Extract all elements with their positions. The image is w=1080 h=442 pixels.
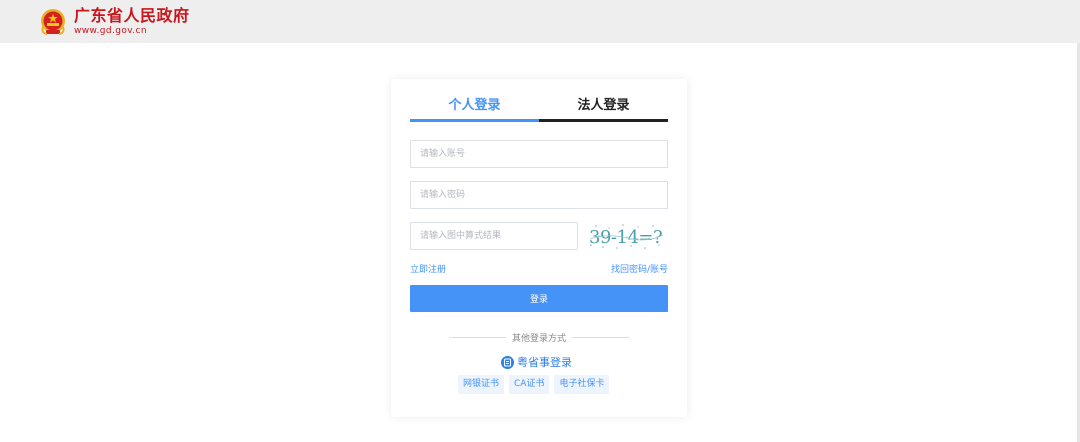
other-login-divider: 其他登录方式 [449, 331, 630, 344]
other-login-title: 其他登录方式 [512, 334, 567, 344]
captcha-input[interactable] [410, 222, 578, 250]
site-brand[interactable]: 广东省人民政府 www.gd.gov.cn [38, 6, 190, 38]
top-header-bar: 广东省人民政府 www.gd.gov.cn [0, 0, 1080, 43]
yueshengshi-login-label: 粤省事登录 [517, 356, 572, 369]
login-button[interactable]: 登录 [410, 285, 668, 312]
site-title: 广东省人民政府 [74, 6, 190, 25]
register-link[interactable]: 立即注册 [410, 262, 446, 275]
site-url: www.gd.gov.cn [74, 26, 147, 36]
tab-corporate-login[interactable]: 法人登录 [539, 95, 668, 122]
captcha-image[interactable]: 39-14=? [587, 221, 665, 251]
forgot-password-link[interactable]: 找回密码/账号 [611, 262, 668, 275]
account-input[interactable] [410, 140, 668, 168]
divider-line-right [572, 337, 630, 338]
social-security-card-login[interactable]: 电子社保卡 [554, 375, 610, 394]
yueshengshi-icon [501, 355, 514, 369]
divider-line-left [449, 337, 506, 338]
national-emblem-icon [41, 9, 65, 35]
yueshengshi-login-button[interactable]: 粤省事登录 [501, 354, 572, 370]
ca-certificate-login[interactable]: CA证书 [509, 375, 550, 394]
tab-personal-login[interactable]: 个人登录 [410, 95, 539, 122]
bank-certificate-login[interactable]: 网银证书 [458, 375, 505, 394]
login-tabs: 个人登录 法人登录 [410, 95, 668, 122]
password-input[interactable] [410, 181, 668, 209]
login-card: 个人登录 法人登录 39-14=? 立即注册 找回密码/账号 登录 其他登录方式 [391, 79, 687, 417]
other-login-options: 网银证书 CA证书 电子社保卡 [458, 375, 610, 394]
